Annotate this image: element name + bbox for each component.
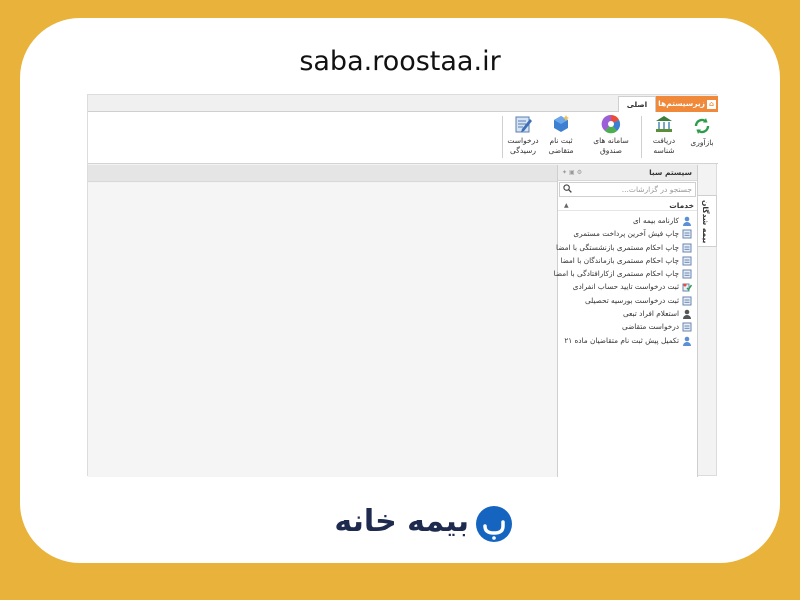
user-dark-icon [683,309,691,320]
refresh-button[interactable]: بازآوری [688,116,716,148]
panel-title: سیستم سبا [649,168,692,177]
subsystems-label: زیرسیستم‌ها ▾ [656,99,705,108]
list-item-insurance-record[interactable]: کارنامه بیمه ای [558,214,697,227]
vertical-tab-label: بیمه شدگان [701,200,710,244]
services-list: کارنامه بیمه ای چاپ فیش آخرین پرداخت مست… [554,214,697,347]
item-label: تکمیل پیش ثبت نام متقاضیان ماده ۲۱ [564,335,679,345]
report-icon [682,256,692,266]
panel-tools: ✦▣⚙ [562,165,584,181]
item-label: ثبت درخواست بورسیه تحصیلی [584,295,679,305]
collapse-icon[interactable]: ▲ [564,200,569,211]
fund-label-1: سامانه های [593,136,629,145]
register-label-2: متقاضی [548,146,574,155]
get-id-label-1: دریافت [652,136,676,145]
settings-icon[interactable]: ⚙ [577,169,584,176]
report-icon [682,269,692,279]
brand-logo-text: بیمه خانه [334,504,469,539]
register-applicant-button[interactable]: ثبت نام متقاضی [544,114,578,156]
content-header [88,165,557,182]
item-label: درخواست متقاضی [622,322,679,332]
register-label-1: ثبت نام [549,136,573,145]
aperture-icon [601,114,621,134]
menu-bar: ⌂زیرسیستم‌ها ▾ اصلی [88,95,718,112]
app-window: ⌂زیرسیستم‌ها ▾ اصلی بازآوری دریافت شناسه… [87,94,718,477]
item-label: چاپ احکام مستمری بازنشستگی با امضا [556,242,679,252]
person-icon [683,336,691,346]
list-item-applicant-request[interactable]: درخواست متقاضی [558,320,697,333]
tab-insured[interactable]: بیمه شدگان [698,195,717,247]
pin-icon[interactable]: ✦ [562,169,569,176]
list-item-disability-decree[interactable]: چاپ احکام مستمری ازکارافتادگی با امضا [554,267,697,280]
list-item-account-verification[interactable]: ثبت درخواست تایید حساب انفرادی [558,280,697,293]
register-icon [554,115,569,132]
report-icon [682,296,692,306]
item-label: چاپ احکام مستمری ازکارافتادگی با امضا [553,269,679,279]
panel-header: سیستم سبا ✦▣⚙ [558,165,697,181]
group-title: خدمات [669,201,694,210]
item-label: چاپ احکام مستمری بازماندگان با امضا [560,255,679,265]
search-field[interactable]: جستجو در گزارشات... [559,182,696,197]
list-item-scholarship[interactable]: ثبت درخواست بورسیه تحصیلی [558,294,697,307]
brand-logo: بیمه خانه [309,500,519,548]
edit-form-icon [515,116,532,133]
item-label: استعلام افراد تبعی [622,309,679,319]
bank-icon [656,116,672,132]
search-placeholder: جستجو در گزارشات... [621,185,692,194]
ribbon-separator-2 [502,116,503,158]
get-id-label-2: شناسه [653,146,675,155]
services-panel: سیستم سبا ✦▣⚙ جستجو در گزارشات... خدمات … [554,165,698,477]
item-label: ثبت درخواست تایید حساب انفرادی [572,282,679,292]
request-label-1: درخواست [507,136,539,145]
person-icon [683,216,691,226]
site-title: saba.roostaa.ir [299,46,501,77]
fund-label-2: صندوق [599,146,622,155]
tab-main[interactable]: اصلی [618,96,656,112]
subsystems-menu[interactable]: ⌂زیرسیستم‌ها ▾ [656,96,718,112]
report-icon [682,243,692,253]
verify-icon [682,283,692,292]
report-icon [682,322,692,332]
list-item-last-payslip[interactable]: چاپ فیش آخرین پرداخت مستمری [558,227,697,240]
get-id-button[interactable]: دریافت شناسه [646,114,682,156]
fund-systems-button[interactable]: سامانه های صندوق [588,114,634,156]
request-label-2: رسیدگی [510,146,536,155]
list-item-dependents-inquiry[interactable]: استعلام افراد تبعی [558,307,697,320]
request-review-button[interactable]: درخواست رسیدگی [506,114,540,156]
list-item-retirement-decree[interactable]: چاپ احکام مستمری بازنشستگی با امضا [556,241,697,254]
search-icon[interactable] [563,184,572,193]
ribbon-separator [641,116,642,158]
ribbon: بازآوری دریافت شناسه سامانه های صندوق ثب… [88,112,718,164]
list-item-pre-registration[interactable]: تکمیل پیش ثبت نام متقاضیان ماده ۲۱ [558,334,697,347]
logo-circle-icon [476,506,512,542]
item-label: کارنامه بیمه ای [632,216,679,225]
list-item-survivors-decree[interactable]: چاپ احکام مستمری بازماندگان با امضا [558,254,697,267]
refresh-icon [694,118,710,134]
refresh-label: بازآوری [690,138,714,147]
item-label: چاپ فیش آخرین پرداخت مستمری [573,229,679,239]
services-group-header[interactable]: خدمات ▲ [558,200,697,211]
home-icon[interactable]: ⌂ [707,99,716,109]
float-icon[interactable]: ▣ [569,169,577,176]
report-icon [682,229,692,239]
content-area [88,183,557,477]
